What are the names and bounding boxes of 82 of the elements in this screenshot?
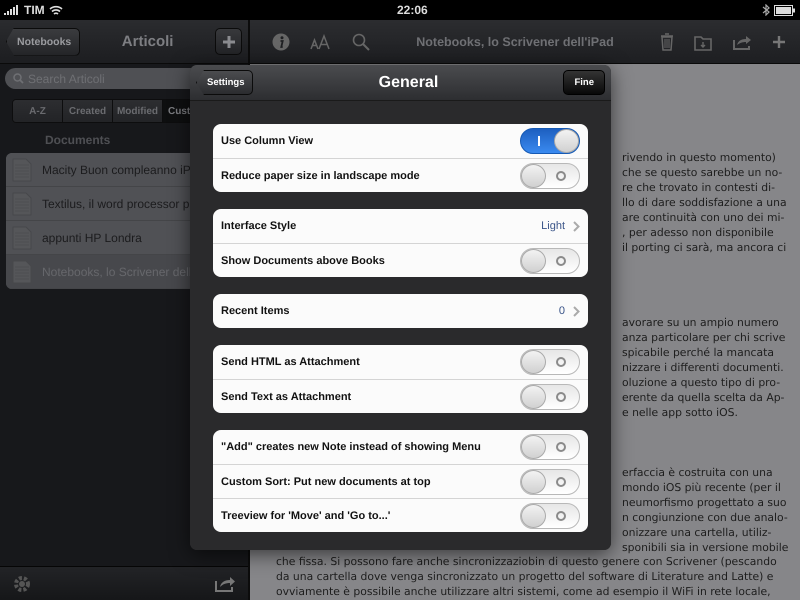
text-line: anza particolare per chi scrive [622, 330, 786, 345]
search-icon[interactable] [352, 32, 370, 50]
toggle-switch[interactable] [520, 384, 580, 410]
text-line: avorare su un ampio numero [622, 315, 780, 330]
setting-label: Custom Sort: Put new documents at top [221, 476, 432, 488]
setting-label: "Add" creates new Note instead of showing Menu [221, 441, 482, 453]
settings-row[interactable]: Treeview for 'Move' and 'Go to...' [213, 498, 588, 532]
off-circle-icon [556, 170, 566, 180]
carrier-name: TIM [24, 3, 45, 17]
toggle-switch[interactable] [520, 468, 580, 494]
text-line: e nelle app sotto iOS. [622, 405, 739, 420]
setting-value: 0 [558, 305, 565, 317]
chevron-icon [573, 220, 580, 232]
info-icon[interactable] [272, 32, 290, 50]
settings-row[interactable]: Send HTML as Attachment [213, 345, 588, 379]
text-line: nizzare i differenti documenti. [622, 360, 785, 375]
text-line: il porting ci sarà, ma ancora ci [622, 240, 788, 255]
off-circle-icon [556, 510, 566, 520]
setting-label: Send Text as Attachment [221, 390, 352, 402]
setting-label: Use Column View [221, 135, 314, 147]
status-time: 22:06 [396, 3, 428, 17]
off-circle-icon [556, 357, 566, 367]
text-line: che se questo sarebbe un no- [622, 165, 784, 180]
wifi-icon [48, 4, 63, 16]
document-title: Notebooks, lo Scrivener dell'iPad [415, 34, 615, 48]
trash-icon[interactable] [660, 32, 674, 50]
share-icon[interactable] [732, 34, 752, 50]
search-icon [13, 73, 24, 84]
toggle-switch[interactable] [520, 248, 580, 274]
toggle-switch[interactable] [520, 128, 580, 154]
text-line: re che trovato in contesti di- [622, 180, 776, 195]
text-line: erente da quella scelta da Ap- [622, 390, 786, 405]
settings-row[interactable]: Recent Items 0 [213, 294, 588, 328]
text-line: onizzare una cartella, utiliz- [622, 525, 772, 540]
setting-label: Recent Items [221, 305, 290, 317]
settings-row[interactable]: Send Text as Attachment [213, 379, 588, 413]
text-size-icon[interactable] [310, 34, 332, 50]
back-button[interactable]: Notebooks [6, 28, 80, 56]
toggle-switch[interactable] [520, 434, 580, 460]
off-circle-icon [556, 392, 566, 402]
text-line: , per adesso non disponibile [622, 225, 775, 240]
gear-icon[interactable] [12, 574, 32, 594]
settings-row[interactable]: Show Documents above Books [213, 243, 588, 277]
text-line: oluzione a questo tipo di pro- [622, 375, 782, 390]
toggle-switch[interactable] [520, 502, 580, 528]
nav-title: Articoli [120, 33, 174, 50]
text-line: che fissa. Si possono fare anche sincronizzaziobin di questo genere con Scrivener (pescando [276, 554, 778, 569]
add-button[interactable] [215, 28, 242, 55]
off-circle-icon [556, 256, 566, 266]
chevron-icon [573, 306, 580, 316]
text-line: erfaccia è costruita con una [622, 465, 774, 480]
battery-icon [774, 4, 796, 16]
settings-row[interactable]: Reduce paper size in landscape mode [213, 158, 588, 192]
signal-icon [4, 5, 20, 15]
text-line: neumorfismo progettato a suo [622, 495, 788, 510]
plus-icon [222, 34, 236, 48]
setting-label: Treeview for 'Move' and 'Go to...' [221, 510, 392, 522]
text-line: n congiunzione con due analo- [622, 510, 789, 525]
settings-row[interactable]: Custom Sort: Put new documents at top [213, 464, 588, 498]
text-line: ovviamente è possibile anche utilizzare altri sistemi, come ad esempio il WiFi in rete locale, [276, 584, 772, 599]
done-button[interactable]: Fine [563, 70, 605, 95]
off-circle-icon [556, 476, 566, 486]
toggle-switch[interactable] [520, 162, 580, 188]
popover-title: General [378, 74, 440, 92]
text-line: mondo iOS più recente (per il [622, 480, 782, 495]
setting-value: Light [541, 220, 565, 232]
text-line: llo di dare soddisfazione a una [622, 195, 788, 210]
off-circle-icon [556, 442, 566, 452]
setting-label: Send HTML as Attachment [221, 356, 361, 368]
toggle-switch[interactable] [520, 349, 580, 375]
text-line: rivendo in questo momento) [622, 150, 777, 165]
back-button[interactable]: Settings [196, 70, 254, 95]
bluetooth-icon [762, 4, 770, 16]
text-line: sponibili sia in versione mobile [622, 540, 790, 555]
text-line: spicabile perché la mancata [622, 345, 775, 360]
plus-icon[interactable] [772, 34, 786, 48]
document-title: appunti HP Londra [42, 230, 142, 244]
settings-row[interactable]: "Add" creates new Note instead of showing Menu [213, 430, 588, 464]
section-header: Documents [45, 133, 110, 147]
text-line: are continuità con uno dei mi- [622, 210, 786, 225]
text-line: da una cartella dove venga sincronizzato un progetto del software di Literature and Latte) e [276, 569, 774, 584]
share-icon[interactable] [214, 574, 236, 592]
